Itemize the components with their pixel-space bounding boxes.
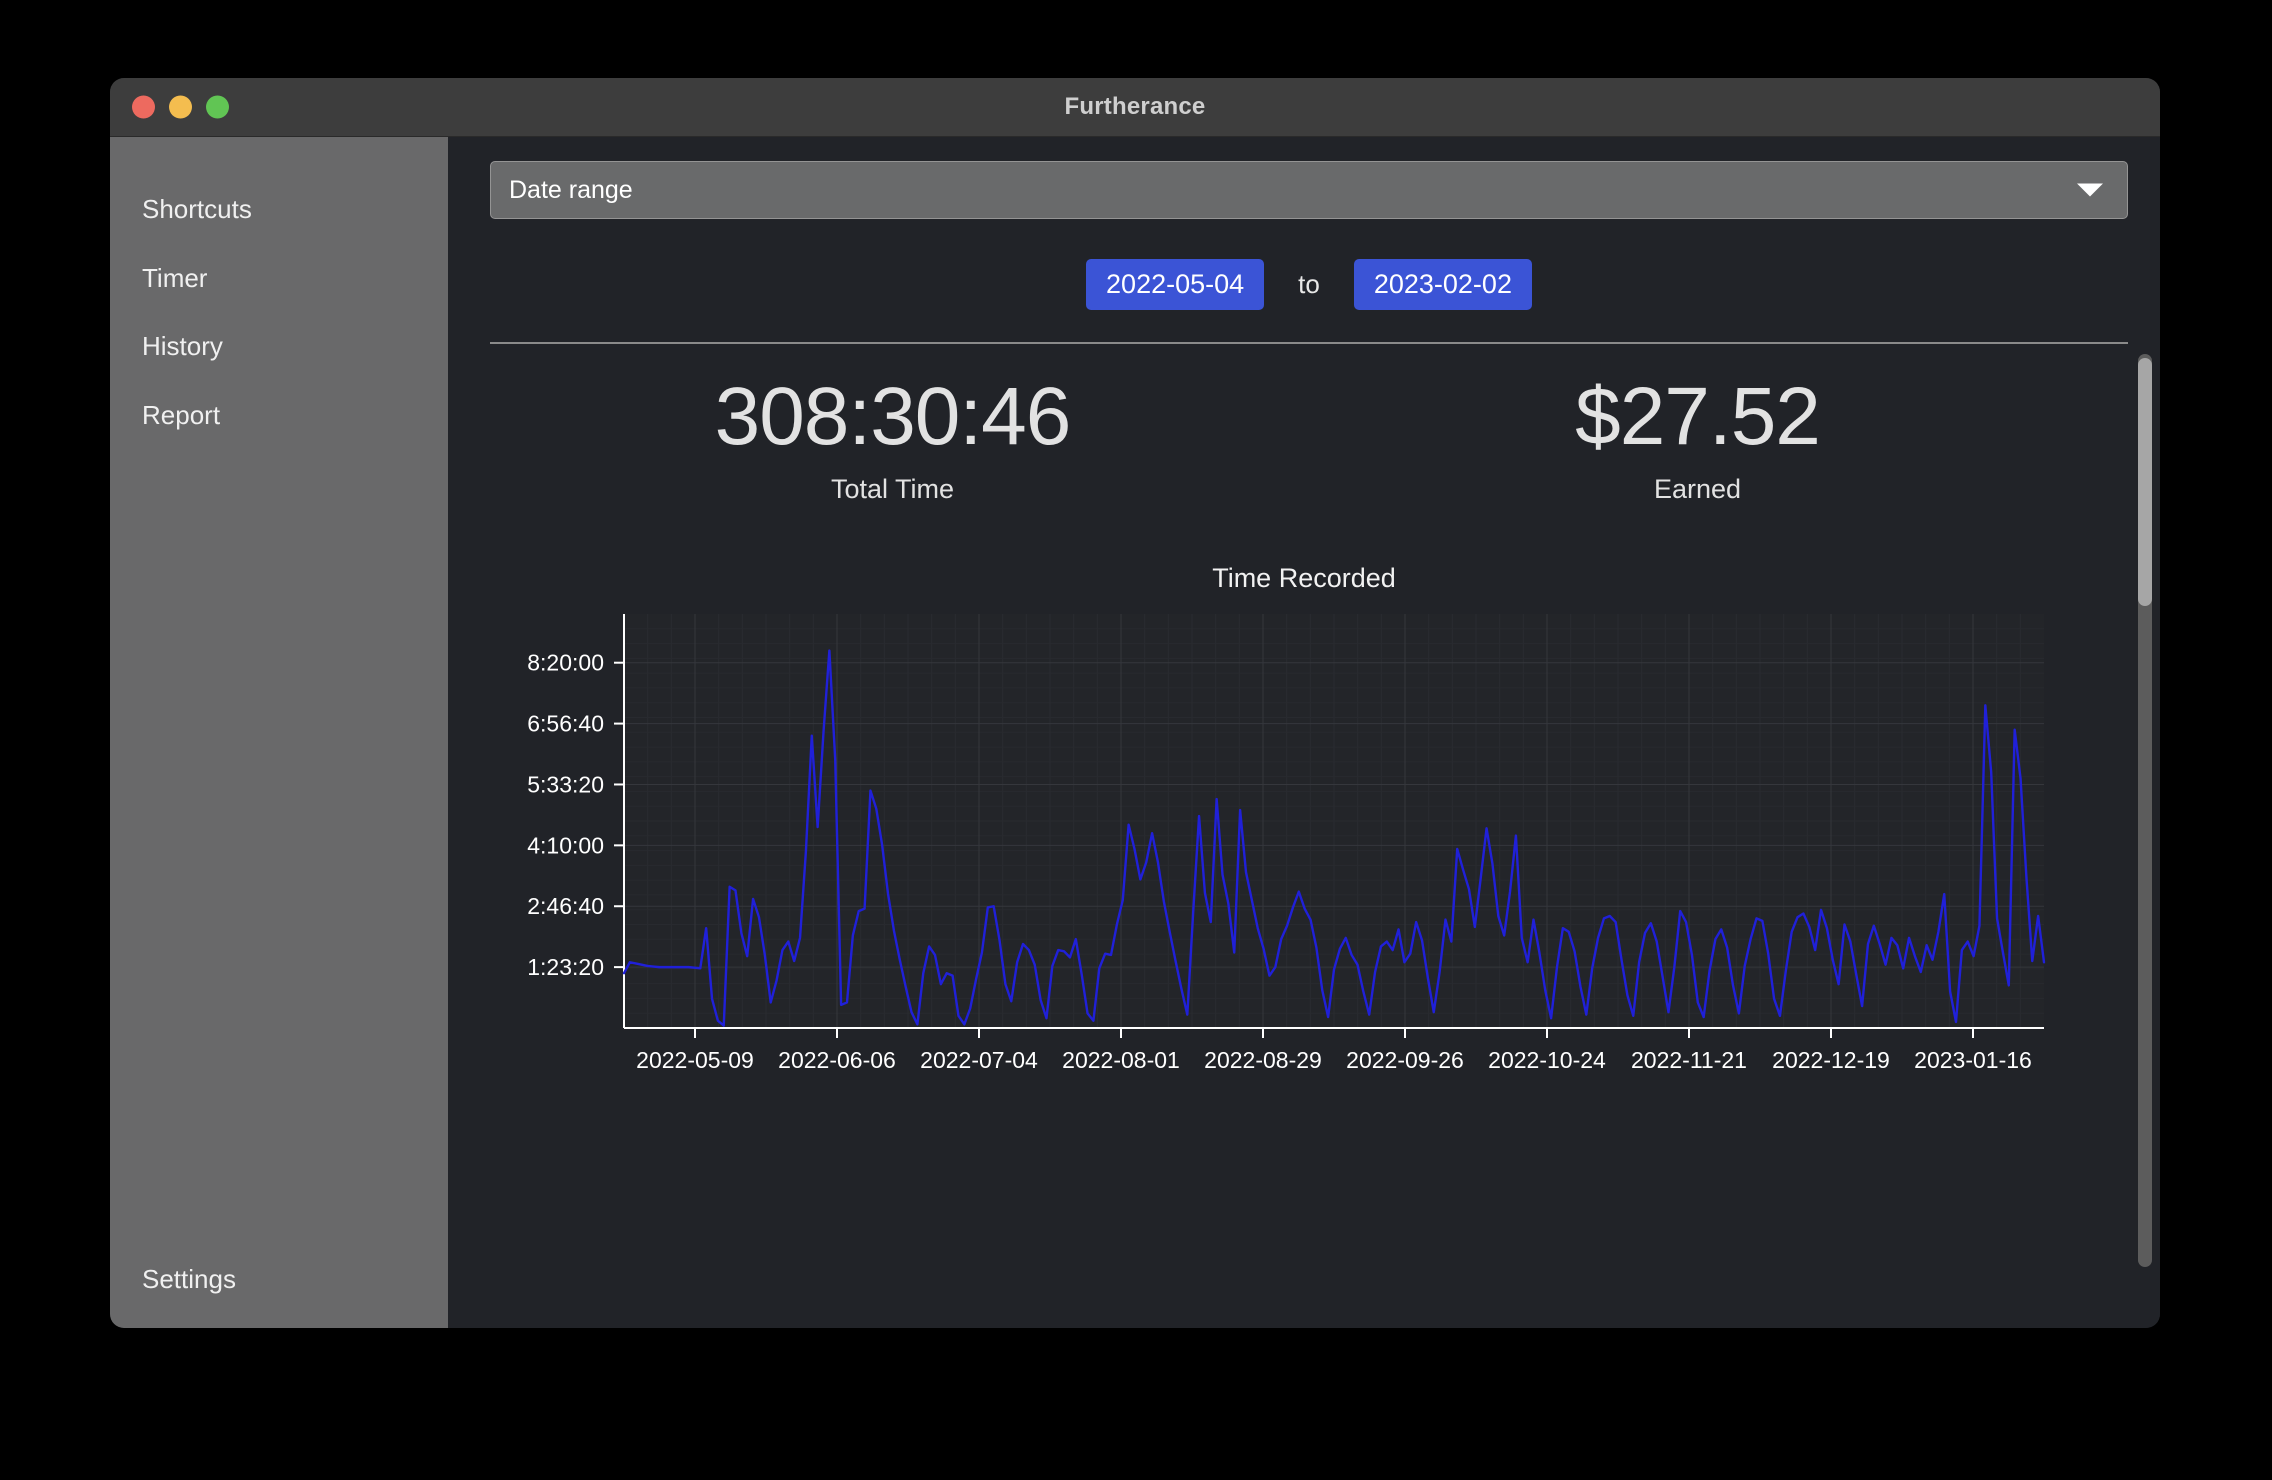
sidebar-item-shortcuts[interactable]: Shortcuts (110, 175, 448, 244)
sidebar-item-timer[interactable]: Timer (110, 244, 448, 313)
chart-x-tick-label: 2022-05-09 (636, 1047, 754, 1073)
sidebar-item-history[interactable]: History (110, 312, 448, 381)
chart-x-tick-label: 2022-12-19 (1772, 1047, 1890, 1073)
total-time-value: 308:30:46 (714, 371, 1072, 462)
window-title: Furtherance (1064, 93, 1206, 120)
chart-y-tick-label: 4:10:00 (527, 832, 604, 858)
chart-y-tick-label: 5:33:20 (527, 772, 604, 798)
chart-y-tick-label: 6:56:40 (527, 711, 604, 737)
chart-x-tick-label: 2022-06-06 (778, 1047, 896, 1073)
date-range-row: 2022-05-04 to 2023-02-02 (490, 259, 2128, 310)
time-recorded-chart: 1:23:20 2:46:40 4:10:00 5:33:20 6:56:40 8:20:… (448, 604, 2160, 1084)
chart-y-tick-label: 8:20:00 (527, 650, 604, 676)
toolbar: Date range 2022-05-04 to 2023-02-02 (448, 137, 2160, 310)
sidebar-item-report[interactable]: Report (110, 381, 448, 450)
chart-canvas: 1:23:20 2:46:40 4:10:00 5:33:20 6:56:40 8:20:… (527, 614, 2046, 1073)
date-range-select[interactable]: Date range (490, 161, 2128, 219)
vertical-scrollbar-thumb[interactable] (2138, 358, 2152, 606)
chart-x-tick-label: 2022-10-24 (1488, 1047, 1606, 1073)
earned-value: $27.52 (1575, 371, 1821, 462)
start-date-button[interactable]: 2022-05-04 (1086, 259, 1265, 310)
vertical-scrollbar-track[interactable] (2138, 354, 2152, 1267)
stat-total-time: 308:30:46 Total Time (490, 371, 1295, 505)
screen: Furtherance Shortcuts Timer History Repo… (0, 0, 2272, 1480)
chart-x-tick-label: 2022-07-04 (920, 1047, 1038, 1073)
window-body: Shortcuts Timer History Report Settings … (110, 137, 2160, 1328)
end-date-button[interactable]: 2023-02-02 (1353, 259, 1532, 310)
report-scroll-area: 308:30:46 Total Time $27.52 Earned Time … (448, 344, 2160, 1277)
title-bar: Furtherance (110, 78, 2160, 137)
chart-x-tick-label: 2022-09-26 (1346, 1047, 1464, 1073)
stat-earned: $27.52 Earned (1295, 371, 2100, 505)
app-window: Furtherance Shortcuts Timer History Repo… (110, 78, 2160, 1328)
total-time-label: Total Time (830, 474, 955, 505)
earned-label: Earned (1653, 474, 1742, 505)
chart-y-tick-label: 2:46:40 (527, 893, 604, 919)
chart-x-tick-label: 2022-08-01 (1062, 1047, 1180, 1073)
chart-x-tick-label: 2022-11-21 (1631, 1047, 1747, 1073)
date-range-to-label: to (1298, 269, 1320, 299)
main-panel: Date range 2022-05-04 to 2023-02-02 308:… (448, 137, 2160, 1328)
chart-title: Time Recorded (1212, 563, 1396, 594)
date-range-select-value: Date range (509, 175, 633, 204)
chevron-down-icon (2077, 183, 2103, 197)
summary-stats: 308:30:46 Total Time $27.52 Earned (448, 371, 2160, 505)
chart-y-tick-label: 1:23:20 (527, 954, 604, 980)
sidebar: Shortcuts Timer History Report Settings (110, 137, 448, 1328)
chart-x-tick-label: 2022-08-29 (1204, 1047, 1322, 1073)
sidebar-item-settings[interactable]: Settings (110, 1245, 448, 1328)
chart-x-tick-label: 2023-01-16 (1914, 1047, 2032, 1073)
